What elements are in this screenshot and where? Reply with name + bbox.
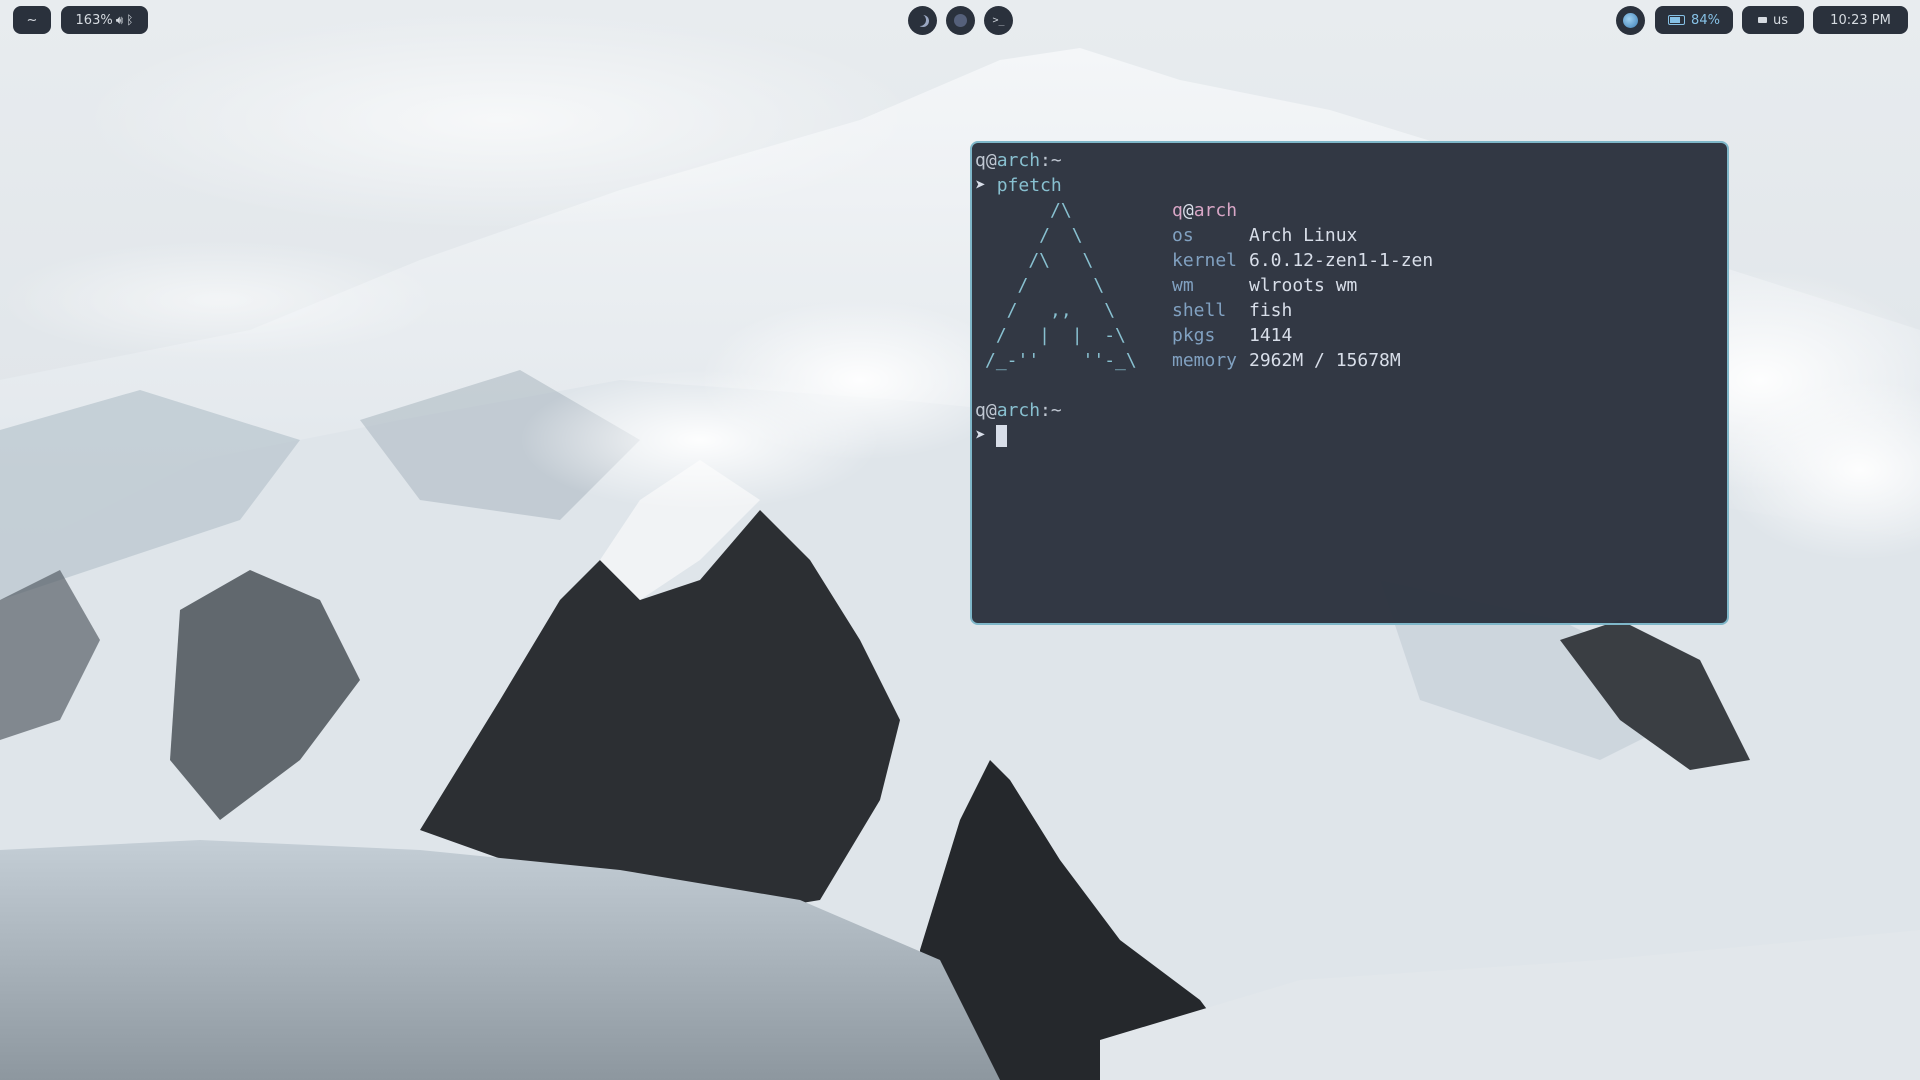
arch-logo-line: / | | -\	[985, 325, 1126, 346]
info-row-shell: shell	[1172, 300, 1227, 321]
info-row-memory: memory	[1172, 350, 1238, 371]
pfetch-title: q@arch	[1172, 200, 1238, 221]
speaker-icon: 🔊︎	[115, 12, 124, 27]
keyboard-icon	[1757, 17, 1767, 23]
volume-label: 163%	[75, 12, 113, 28]
text-cursor	[996, 425, 1007, 447]
clock-label: 10:23 PM	[1830, 12, 1891, 28]
battery-icon	[1668, 15, 1686, 25]
workspace-label: ~	[26, 12, 38, 28]
terminal-icon: >_	[992, 15, 1005, 26]
prompt-arrow-icon: ➤	[975, 425, 986, 446]
circle-app-button[interactable]	[946, 6, 975, 35]
tray-app-button[interactable]	[1616, 6, 1645, 35]
info-row-os: os	[1172, 225, 1194, 246]
workspace-indicator[interactable]: ~	[13, 6, 51, 34]
keyboard-layout-label: us	[1772, 12, 1788, 28]
battery-widget[interactable]: 84%	[1655, 6, 1733, 34]
info-row-pkgs: pkgs	[1172, 325, 1216, 346]
info-value-os: Arch Linux	[1249, 225, 1358, 246]
terminal-app-button[interactable]: >_	[984, 6, 1013, 35]
arch-logo-line: /\	[985, 200, 1072, 221]
bluetooth-icon: ᛒ	[126, 13, 134, 27]
moon-app-button[interactable]	[908, 6, 937, 35]
battery-label: 84%	[1691, 12, 1720, 28]
desktop: ~ 163% 🔊︎ ᛒ >_ 84% us 10:23 PM q@arch:~ …	[0, 0, 1920, 1080]
arch-logo-line: / ,, \	[985, 300, 1116, 321]
info-value-kernel: 6.0.12-zen1-1-zen	[1249, 250, 1434, 271]
info-row-wm: wm	[1172, 275, 1194, 296]
command-line: ➤ pfetch	[975, 173, 1062, 198]
globe-icon	[1623, 13, 1638, 28]
arch-logo-line: / \	[985, 225, 1083, 246]
arch-logo-line: /_-'' ''-_\	[985, 350, 1137, 371]
moon-icon	[917, 15, 929, 27]
info-value-shell: fish	[1249, 300, 1293, 321]
terminal-window[interactable]: q@arch:~ ➤ pfetch /\ / \ /\ \ / \ / ,, \…	[970, 141, 1729, 625]
command-text: pfetch	[996, 175, 1062, 196]
info-row-kernel: kernel	[1172, 250, 1238, 271]
prompt-line-1: q@arch:~	[975, 150, 1062, 171]
volume-widget[interactable]: 163% 🔊︎ ᛒ	[61, 6, 148, 34]
clock-widget[interactable]: 10:23 PM	[1813, 6, 1908, 34]
prompt-arrow-icon: ➤	[975, 175, 986, 196]
arch-logo-line: /\ \	[985, 250, 1094, 271]
info-value-memory: 2962M / 15678M	[1249, 350, 1401, 371]
prompt-line-2: q@arch:~	[975, 400, 1062, 421]
info-value-wm: wlroots wm	[1249, 275, 1358, 296]
info-value-pkgs: 1414	[1249, 325, 1293, 346]
circle-icon	[954, 14, 967, 27]
keyboard-layout-widget[interactable]: us	[1742, 6, 1804, 34]
arch-logo-line: / \	[985, 275, 1105, 296]
input-line[interactable]: ➤	[975, 423, 986, 448]
